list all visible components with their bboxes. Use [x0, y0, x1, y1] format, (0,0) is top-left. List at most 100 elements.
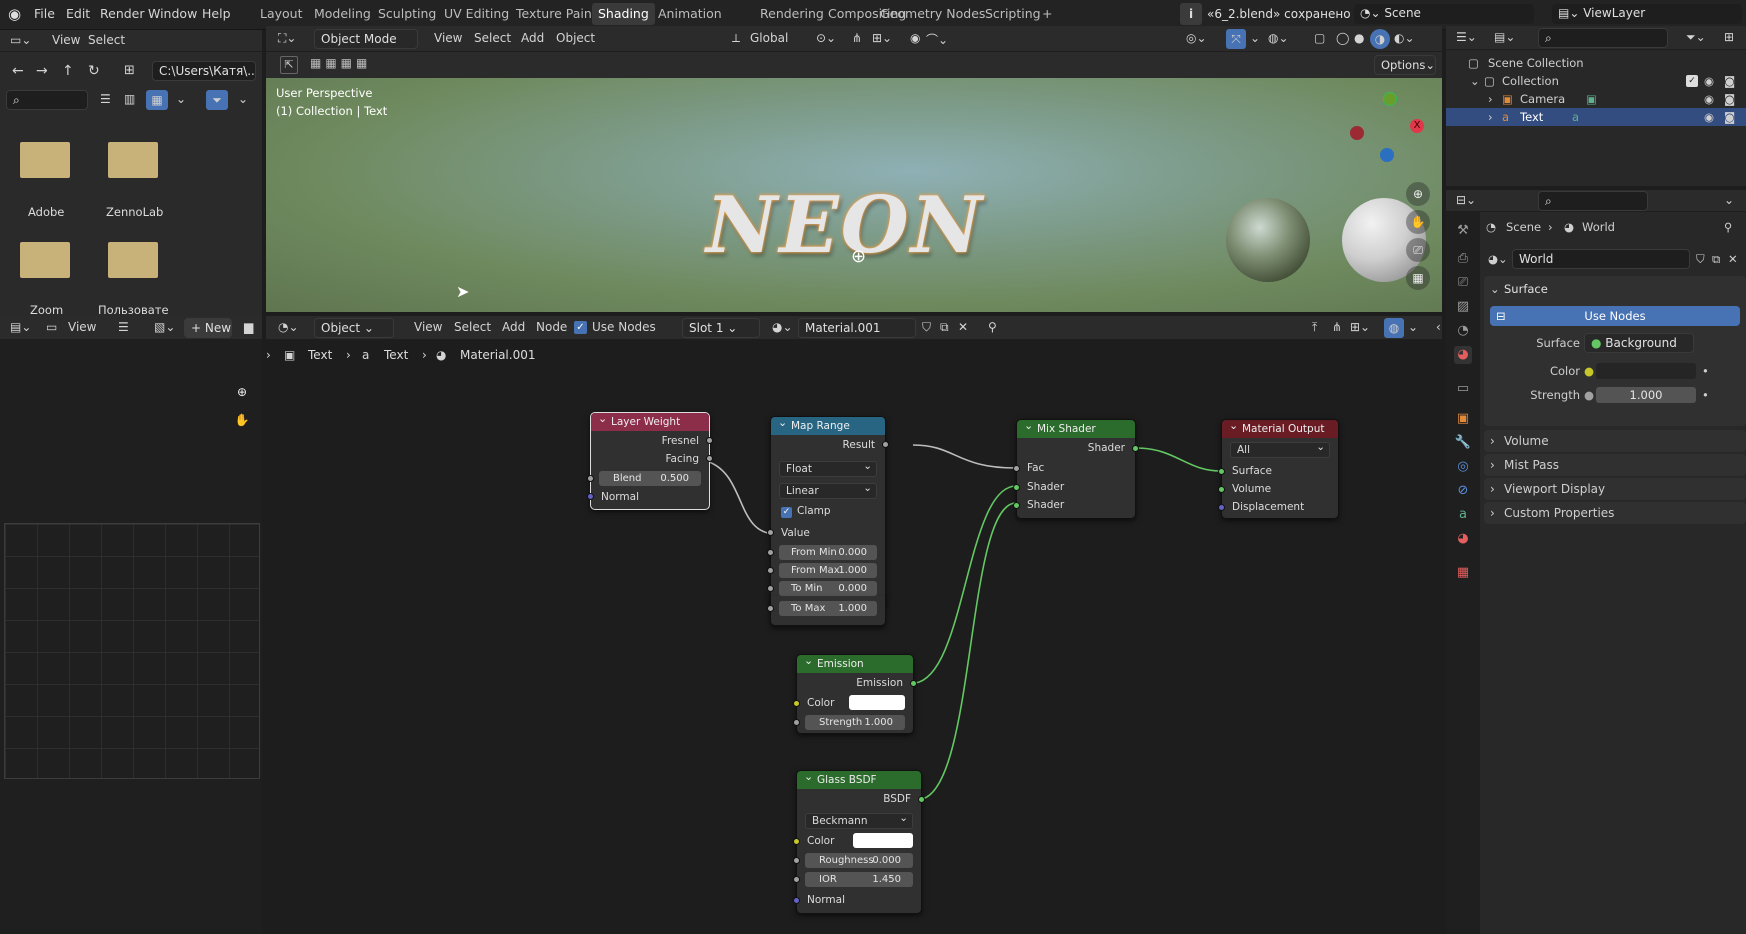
overlays-icon[interactable]: ◍⌄: [1268, 31, 1289, 45]
chevron-down-icon[interactable]: ⌄: [1470, 72, 1480, 90]
display-mode-icon[interactable]: ▤⌄: [1494, 30, 1515, 44]
result-socket[interactable]: [882, 441, 889, 448]
thumbnails-icon[interactable]: ▦: [146, 90, 168, 110]
menu-render[interactable]: Render: [100, 6, 145, 21]
to-max-socket[interactable]: [767, 605, 774, 612]
to-min-socket[interactable]: [767, 585, 774, 592]
pan-hand-icon[interactable]: ✋: [230, 408, 254, 432]
fake-user-icon[interactable]: ⛉: [1696, 248, 1705, 270]
world-name-field[interactable]: World: [1512, 249, 1690, 269]
parent-dir-icon[interactable]: ↑: [62, 63, 74, 79]
shader-in-socket[interactable]: [1013, 484, 1020, 491]
pan-hand-icon[interactable]: ✋: [1406, 210, 1430, 234]
tab-animation[interactable]: Animation: [658, 6, 722, 21]
node-header[interactable]: Mix Shader: [1017, 417, 1135, 438]
world-browse-icon[interactable]: ◕⌄: [1488, 248, 1508, 270]
folder-icon[interactable]: [20, 142, 70, 178]
material-tab-icon[interactable]: ◕: [1454, 530, 1472, 548]
world-strength-field[interactable]: 1.000: [1596, 387, 1696, 403]
view-layer-tab-icon[interactable]: ▨: [1454, 298, 1472, 316]
color-socket[interactable]: [793, 700, 800, 707]
eye-icon[interactable]: ◉: [1704, 108, 1714, 126]
glass-bsdf-node[interactable]: Glass BSDF BSDF Beckmann Color Roughness…: [793, 768, 925, 914]
roughness-field[interactable]: Roughness 0.000: [805, 853, 913, 868]
viewport-object-menu[interactable]: Object: [556, 31, 595, 45]
folder-icon[interactable]: [20, 242, 70, 278]
new-collection-icon[interactable]: ⊞: [1724, 30, 1734, 44]
tool-tab-icon[interactable]: ⚒: [1454, 222, 1472, 240]
xray-icon[interactable]: ▢: [1314, 31, 1325, 45]
eye-icon[interactable]: ◉: [1704, 90, 1714, 108]
folder-icon[interactable]: [108, 142, 158, 178]
tab-shading[interactable]: Shading: [592, 3, 655, 25]
roughness-socket[interactable]: [793, 857, 800, 864]
list-vertical-icon[interactable]: ☰: [100, 92, 111, 106]
value-socket[interactable]: [767, 529, 774, 536]
render-tab-icon[interactable]: ⎙: [1454, 250, 1472, 268]
physics-tab-icon[interactable]: ◎: [1454, 458, 1472, 476]
forward-icon[interactable]: →: [36, 63, 48, 79]
normal-socket[interactable]: [793, 897, 800, 904]
shader-out-socket[interactable]: [1132, 445, 1139, 452]
image-browse-icon[interactable]: ▧⌄: [154, 320, 175, 334]
viewport-canvas[interactable]: User Perspective (1) Collection | Text N…: [266, 78, 1442, 312]
emission-socket[interactable]: [910, 680, 917, 687]
tab-geometry-nodes[interactable]: Geometry Nodes: [880, 6, 985, 21]
distribution-dropdown[interactable]: Beckmann: [805, 811, 913, 829]
gizmo-y-axis[interactable]: [1383, 92, 1397, 106]
volume-panel[interactable]: › Volume: [1484, 430, 1746, 452]
strength-socket[interactable]: [793, 719, 800, 726]
node-header[interactable]: Layer Weight: [591, 410, 709, 431]
list-horizontal-icon[interactable]: ▥: [124, 92, 135, 106]
target-dropdown[interactable]: All: [1230, 440, 1330, 458]
image-view-menu[interactable]: View: [68, 320, 96, 334]
tab-scripting[interactable]: Scripting: [985, 6, 1041, 21]
world-tab-icon[interactable]: ◕: [1454, 346, 1472, 364]
zoom-icon[interactable]: ⊕: [230, 380, 254, 404]
view-layer-selector[interactable]: ▤⌄ ViewLayer: [1552, 4, 1742, 24]
fac-socket[interactable]: [1013, 465, 1020, 472]
visibility-icon[interactable]: ◎⌄: [1186, 31, 1207, 45]
from-min-socket[interactable]: [767, 549, 774, 556]
solid-shading-icon[interactable]: ●: [1354, 31, 1364, 45]
volume-socket[interactable]: [1218, 486, 1225, 493]
use-nodes-button[interactable]: ⊟ Use Nodes: [1490, 306, 1740, 326]
mist-pass-panel[interactable]: › Mist Pass: [1484, 454, 1746, 476]
camera-render-icon[interactable]: ◙: [1724, 72, 1735, 90]
scene-tab-icon[interactable]: ◔: [1454, 322, 1472, 340]
back-icon[interactable]: ←: [12, 63, 24, 79]
collection-tab-icon[interactable]: ▭: [1454, 380, 1472, 398]
snap-target-icon[interactable]: ⊞⌄: [872, 31, 892, 45]
camera-render-icon[interactable]: ◙: [1724, 108, 1735, 126]
open-image-icon[interactable]: ▆: [244, 320, 253, 334]
normal-socket[interactable]: [587, 493, 594, 500]
outliner-row-camera[interactable]: › ▣ Camera ▣ ◉ ◙: [1446, 90, 1746, 108]
fresnel-socket[interactable]: [706, 437, 713, 444]
camera-render-icon[interactable]: ◙: [1724, 90, 1735, 108]
properties-search-input[interactable]: ⌕: [1538, 191, 1648, 211]
zoom-icon[interactable]: ⊕: [1406, 182, 1430, 206]
menu-file[interactable]: File: [34, 6, 55, 21]
surface-shader-field[interactable]: ● Background: [1584, 333, 1694, 353]
node-header[interactable]: Material Output: [1222, 417, 1338, 438]
refresh-icon[interactable]: ↻: [88, 63, 100, 79]
object-mode-select[interactable]: Object Mode: [314, 29, 418, 49]
rendered-shading-icon[interactable]: ◐⌄: [1394, 31, 1415, 45]
falloff-icon[interactable]: ⌒⌄: [926, 31, 948, 48]
folder-label[interactable]: Пользовате: [98, 303, 169, 317]
constraints-tab-icon[interactable]: ⊘: [1454, 482, 1472, 500]
exclude-checkbox[interactable]: ✓: [1686, 75, 1698, 87]
outliner-search-input[interactable]: ⌕: [1538, 28, 1668, 48]
wireframe-shading-icon[interactable]: ◯: [1336, 31, 1349, 45]
file-view-menu[interactable]: View: [52, 33, 80, 47]
info-icon[interactable]: i: [1180, 3, 1202, 25]
bsdf-socket[interactable]: [918, 796, 925, 803]
layer-weight-node[interactable]: Layer Weight Fresnel Facing Blend 0.500 N…: [587, 410, 713, 510]
transform-orientation-icon[interactable]: ⟂: [732, 31, 740, 46]
add-workspace-icon[interactable]: +: [1042, 6, 1052, 21]
image-view-icon[interactable]: ▭: [46, 320, 57, 334]
navigation-gizmo[interactable]: X: [1350, 90, 1428, 168]
to-min-field[interactable]: To Min 0.000: [779, 581, 877, 596]
tab-rendering[interactable]: Rendering: [760, 6, 824, 21]
filter-icon[interactable]: ⏷: [206, 90, 228, 110]
